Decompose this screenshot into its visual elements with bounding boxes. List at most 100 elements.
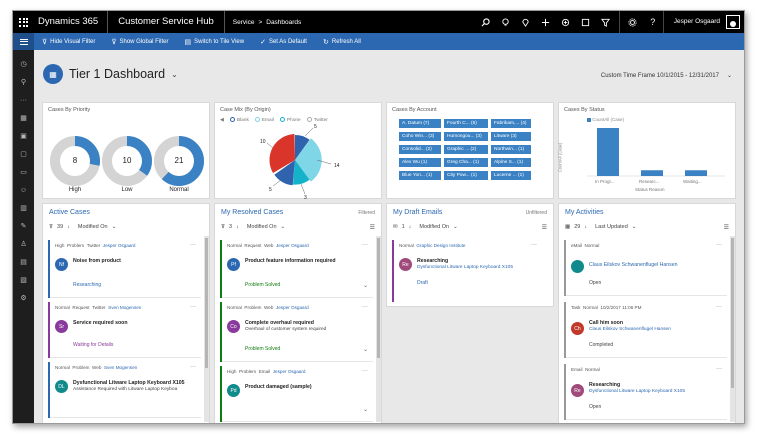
email-icon[interactable]: ✉ [393,224,398,230]
app-name[interactable]: Customer Service Hub [108,11,225,33]
item-title[interactable]: Product feature information required [245,258,336,264]
list-view-icon[interactable]: ☰ [724,224,729,231]
account-tag[interactable]: Litware (3) [491,132,531,141]
advanced-find-icon[interactable] [556,11,576,33]
item-title[interactable]: Service required soon [73,320,128,326]
status-bar[interactable] [641,170,663,176]
user-name[interactable]: Jesper Osgaard [662,11,726,33]
list-view-icon[interactable]: ☰ [370,224,375,231]
more-options-icon[interactable]: ··· [362,368,368,374]
origin-pie-chart[interactable] [215,103,383,200]
owner-link[interactable]: Jesper Osgaard [276,305,309,310]
chevron-down-icon[interactable]: ⌄ [453,224,458,230]
owner-link[interactable]: Jesper Osgaard [273,369,306,374]
account-tag[interactable]: Fabrikam,... (4) [491,119,531,128]
activity-card[interactable]: Email Normal ··· Re Researching Dysfunction… [564,364,727,420]
account-tag[interactable]: Blue Yon... (1) [399,171,441,180]
account-tag[interactable]: City Pow... (1) [444,171,488,180]
case-card[interactable]: Normal Problem Web Jesper Osgaard ··· Co Co… [220,302,373,362]
account-tag[interactable]: A. Datum (7) [399,119,441,128]
account-tag[interactable]: Greg Cha... (1) [444,158,488,167]
account-tag[interactable]: Fourth C... (5) [444,119,488,128]
list-view-icon[interactable]: ☰ [542,224,547,231]
case-card[interactable]: Normal Problem Web Sven Mogensen ··· DL Dys… [48,362,201,418]
item-subtitle[interactable]: Claus Eilskov Schwanenflugel Hansen [589,327,671,332]
more-options-icon[interactable]: ··· [362,304,368,310]
set-default-button[interactable]: ✓ Set As Default [252,38,315,46]
breadcrumb-dashboards[interactable]: Dashboards [266,19,301,26]
hide-visual-filter-button[interactable]: ⊽ Hide Visual Filter [34,38,103,46]
filter-icon[interactable] [596,11,616,33]
refresh-all-button[interactable]: ↻ Refresh All [315,38,369,46]
item-subtitle[interactable]: Dysfunctional Litware Laptop Keyboard X1… [589,389,685,394]
contacts-nav-icon[interactable]: ☺ [13,181,34,199]
more-options-icon[interactable]: ··· [190,304,196,310]
stream-title[interactable]: My Draft Emails [393,209,442,216]
more-options-icon[interactable]: ··· [716,242,722,248]
case-card[interactable]: High Problem Email Jesper Osgaard ··· Pd Pr… [220,366,373,422]
item-title[interactable]: Call him soon [589,320,623,326]
recent-icon[interactable]: ◷ [13,55,34,73]
item-title[interactable]: Dysfunctional Litware Laptop Keyboard X1… [73,380,185,386]
chevron-down-icon[interactable]: ⌄ [632,224,637,230]
item-title[interactable]: Researching [589,382,620,388]
accounts-nav-icon[interactable]: ▥ [13,199,34,217]
status-bar-chart[interactable] [559,103,737,200]
account-tag[interactable]: Humongou... (3) [444,132,488,141]
switch-tile-view-button[interactable]: ▤ Switch to Tile View [177,38,253,46]
case-card[interactable]: Normal Request Twitter Sven Mogensen ··· S… [48,302,201,358]
dashboard-nav-icon[interactable]: ▦ [13,109,34,127]
chevron-down-icon[interactable]: ⌄ [363,346,368,353]
more-options-icon[interactable]: ··· [190,364,196,370]
activities-nav-icon[interactable]: ▣ [13,127,34,145]
item-subtitle[interactable]: Dysfunctional Litware Laptop Keyboard X1… [417,265,513,270]
sort-field[interactable]: Last Updated [595,224,628,230]
priority-donut-chart[interactable] [43,103,211,200]
more-options-icon[interactable]: ··· [190,242,196,248]
more-options-icon[interactable]: ··· [531,242,537,248]
social-nav-icon[interactable]: ♙ [13,235,34,253]
item-title[interactable]: Researching [417,258,448,264]
stream-title[interactable]: My Activities [565,209,604,216]
account-tag[interactable]: Alpine S... (1) [491,158,531,167]
scrollbar[interactable] [376,236,381,422]
sort-direction-icon[interactable]: ↓ [67,224,70,230]
hamburger-menu-icon[interactable] [13,33,34,50]
lightbulb-icon[interactable] [496,11,516,33]
scrollbar[interactable] [730,236,735,422]
owner-link[interactable]: Jesper Osgaard [103,243,136,248]
activity-card[interactable]: Task Normal 10/2/2017 11:06 PM ··· Ch Call … [564,302,727,358]
chevron-down-icon[interactable]: ⌄ [363,406,368,413]
brand-name[interactable]: Dynamics 365 [34,11,109,33]
app-launcher-icon[interactable] [13,11,34,33]
account-tag[interactable]: Graphic ... (2) [444,145,488,154]
calendar-icon[interactable]: ▦ [565,224,570,230]
location-pin-icon[interactable] [516,11,536,33]
entitlements-nav-icon[interactable]: ▤ [13,253,34,271]
account-tag[interactable]: Lucerne ... (1) [491,171,531,180]
user-avatar-icon[interactable] [726,15,740,29]
dashboard-title[interactable]: Tier 1 Dashboard [69,67,165,81]
more-options-icon[interactable]: ··· [716,304,722,310]
sort-field[interactable]: Modified On [419,224,449,230]
chevron-down-icon[interactable]: ⌄ [281,224,286,230]
chevron-down-icon[interactable]: ⌄ [112,224,117,230]
list-item[interactable]: Normal Graphic Design Institute Re Resea… [392,240,542,302]
filter-icon[interactable]: ⊽ [49,224,53,230]
assistant-icon[interactable] [576,11,596,33]
item-title[interactable]: Claus Eilskov Schwanenflugel Hansen [589,262,678,268]
search-icon[interactable] [476,11,496,33]
account-tag[interactable]: Coho Win... (3) [399,132,441,141]
time-frame-selector[interactable]: Custom Time Frame 10/1/2015 - 12/31/2017… [601,72,732,80]
chevron-down-icon[interactable]: ⌄ [171,70,178,79]
sort-field[interactable]: Modified On [247,224,277,230]
pinned-icon[interactable]: ⚲ [13,73,34,91]
owner-link[interactable]: Sven Mogensen [108,305,141,310]
stream-title[interactable]: My Resolved Cases [221,209,283,216]
activity-card[interactable]: eMail Normal ··· Claus Eilskov Schwanenfl… [564,240,727,296]
account-tag[interactable]: Northwin... (1) [491,145,531,154]
status-bar[interactable] [597,128,619,176]
regarding-link[interactable]: Graphic Design Institute [416,243,465,248]
plus-icon[interactable] [536,11,556,33]
account-tag[interactable]: Alex Wu (1) [399,158,441,167]
